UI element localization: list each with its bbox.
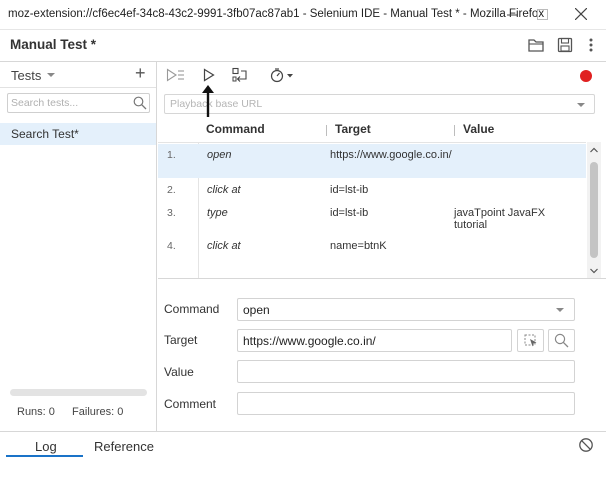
window-title: moz-extension://cf6ec4ef-34c8-43c2-9991-… — [8, 8, 545, 20]
column-header-target: Target — [335, 122, 371, 136]
target-value: https://www.google.co.in/ — [243, 334, 376, 348]
step-over-icon — [231, 67, 247, 82]
close-button[interactable] — [566, 3, 596, 25]
base-url-combobox — [164, 94, 595, 114]
search-tests-input[interactable] — [11, 96, 131, 110]
row-number: 3. — [167, 207, 176, 219]
command-value: open — [243, 303, 270, 317]
close-icon — [575, 8, 587, 20]
value-input[interactable] — [237, 360, 575, 383]
run-stats: Runs: 0 Failures: 0 — [17, 406, 123, 418]
row-command: type — [207, 207, 228, 219]
tab-log[interactable]: Log — [35, 439, 57, 454]
tests-dropdown-label[interactable]: Tests — [11, 68, 41, 83]
command-select[interactable]: open — [237, 298, 575, 321]
value-label: Value — [164, 365, 194, 379]
command-label: Command — [164, 302, 220, 316]
tests-header: Tests + — [0, 62, 156, 88]
chevron-down-icon[interactable] — [47, 73, 55, 77]
speed-icon — [270, 68, 293, 83]
row-value: javaTpoint JavaFX tutorial — [454, 207, 546, 231]
table-row[interactable]: 3. type id=lst-ib javaTpoint JavaFX tuto… — [158, 203, 586, 235]
base-url-input[interactable] — [170, 97, 560, 111]
row-number: 2. — [167, 184, 176, 196]
runs-count: Runs: 0 — [17, 406, 55, 418]
column-header-command: Command — [206, 122, 265, 136]
table-row[interactable]: 2. click at id=lst-ib — [158, 180, 586, 202]
row-target: id=lst-ib — [330, 207, 369, 219]
maximize-icon — [536, 8, 548, 20]
window-titlebar: moz-extension://cf6ec4ef-34c8-43c2-9991-… — [0, 0, 606, 30]
record-button[interactable] — [580, 70, 592, 82]
command-rows: 1. open https://www.google.co.in/ 2. cli… — [158, 142, 586, 279]
maximize-button[interactable] — [527, 3, 557, 25]
row-command: click at — [207, 184, 241, 196]
search-icon — [554, 333, 569, 348]
test-list-item[interactable]: Search Test* — [0, 123, 156, 145]
row-command: open — [207, 149, 232, 161]
column-header-value: Value — [463, 122, 495, 136]
test-speed-button[interactable] — [268, 66, 296, 84]
open-folder-icon[interactable] — [527, 36, 545, 54]
sidebar-horizontal-scrollbar[interactable] — [10, 389, 147, 396]
minimize-icon — [506, 14, 518, 15]
comment-input[interactable] — [237, 392, 575, 415]
run-test-icon — [203, 68, 215, 82]
search-icon — [133, 96, 147, 110]
run-all-icon — [166, 68, 184, 82]
chevron-down-icon[interactable] — [577, 103, 585, 107]
step-over-button[interactable] — [231, 66, 249, 84]
comment-label: Comment — [164, 397, 217, 411]
arrow-up-icon — [202, 85, 214, 117]
run-all-tests-button[interactable] — [166, 66, 186, 84]
row-command: click at — [207, 240, 241, 252]
save-icon[interactable] — [556, 36, 574, 54]
commands-table: Command Target Value 1. open https://www… — [158, 120, 601, 279]
failures-count: Failures: 0 — [72, 406, 124, 418]
minimize-button[interactable] — [497, 3, 527, 25]
row-target: https://www.google.co.in/ — [330, 149, 452, 161]
table-row[interactable]: 1. open https://www.google.co.in/ — [158, 144, 586, 178]
scroll-down-icon[interactable] — [590, 268, 598, 274]
column-resizer[interactable] — [326, 125, 327, 136]
search-tests-box — [7, 93, 150, 113]
select-target-button[interactable] — [517, 329, 544, 352]
command-editor: Command open Target https://www.google.c… — [158, 278, 606, 431]
project-header: Manual Test * — [0, 30, 606, 62]
select-target-icon — [524, 334, 536, 346]
run-current-test-button[interactable] — [201, 66, 217, 84]
row-target: id=lst-ib — [330, 184, 369, 196]
tests-sidebar: Tests + Search Test* Runs: 0 Failures: 0 — [0, 62, 157, 432]
column-resizer[interactable] — [454, 125, 455, 136]
more-vertical-icon[interactable] — [582, 36, 600, 54]
tab-reference[interactable]: Reference — [94, 439, 154, 454]
test-item-label: Search Test* — [11, 127, 79, 141]
active-tab-indicator — [6, 455, 83, 457]
project-title[interactable]: Manual Test * — [10, 37, 96, 52]
scroll-up-icon[interactable] — [590, 147, 598, 153]
row-number: 4. — [167, 240, 176, 252]
target-input[interactable]: https://www.google.co.in/ — [237, 329, 512, 352]
table-vertical-scrollbar[interactable] — [587, 142, 601, 278]
target-label: Target — [164, 333, 198, 347]
row-number: 1. — [167, 149, 176, 161]
clear-log-icon[interactable] — [578, 437, 594, 453]
bottom-panel: Log Reference — [0, 431, 606, 482]
scrollbar-thumb[interactable] — [590, 162, 598, 258]
row-target: name=btnK — [330, 240, 387, 252]
find-target-button[interactable] — [548, 329, 575, 352]
chevron-down-icon[interactable] — [556, 308, 564, 312]
playback-toolbar — [158, 62, 606, 88]
add-test-button[interactable]: + — [135, 63, 146, 84]
table-row[interactable]: 4. click at name=btnK — [158, 236, 586, 258]
